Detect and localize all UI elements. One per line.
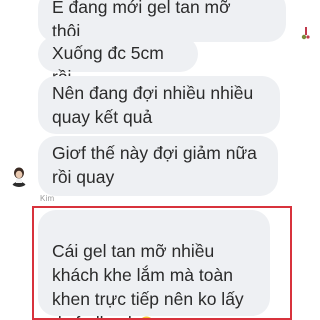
message-bubble[interactable]: Xuống đc 5cm rồi xyxy=(38,36,198,87)
chat-screen: E đang mới gel tan mỡ thôi Xuống đc 5cm … xyxy=(0,0,320,320)
reaction-mark-icon xyxy=(300,26,312,40)
message-bubble[interactable]: Nên đang đợi nhiều nhiều quay kết quả xyxy=(38,76,280,134)
message-bubble[interactable]: Giơf thế này đợi giảm nữa rồi quay xyxy=(38,136,278,196)
sender-avatar[interactable] xyxy=(8,165,30,187)
highlight-frame xyxy=(32,206,292,320)
avatar-icon xyxy=(8,165,30,187)
sender-name: Kim xyxy=(40,194,55,203)
